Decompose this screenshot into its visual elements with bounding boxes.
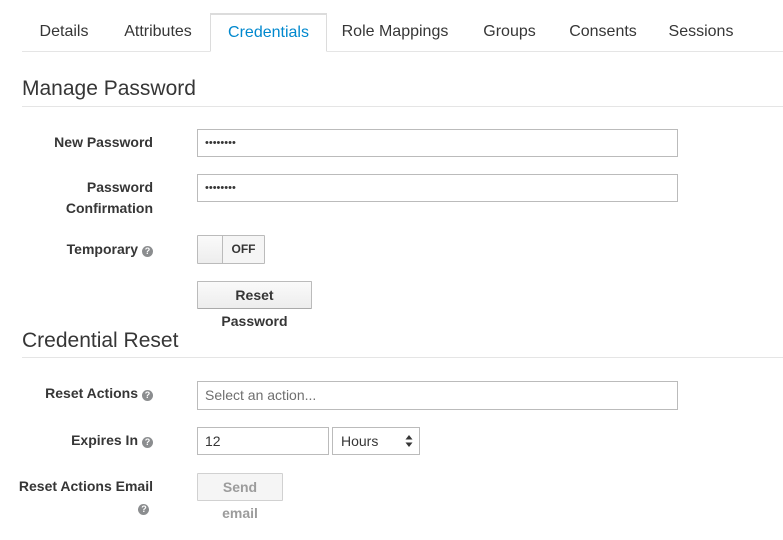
reset-password-button[interactable]: Reset Password (197, 281, 312, 329)
temporary-label: Temporary (66, 241, 138, 257)
reset-actions-email-label-group: Reset Actions Email ? (19, 476, 153, 518)
help-icon[interactable]: ? (142, 390, 153, 401)
toggle-handle[interactable] (198, 236, 223, 263)
tab-attributes[interactable]: Attributes (108, 13, 208, 51)
reset-actions-label: Reset Actions (45, 385, 138, 401)
reset-actions-select[interactable]: Select an action... (197, 381, 678, 410)
help-icon-row: ? (19, 497, 153, 518)
toggle-state-label: OFF (231, 242, 256, 256)
tab-role-mappings[interactable]: Role Mappings (329, 13, 461, 51)
temporary-toggle[interactable]: OFF (197, 235, 265, 264)
password-confirmation-label: Password Confirmation (66, 177, 153, 219)
expires-in-field[interactable] (197, 427, 329, 455)
password-confirmation-field[interactable] (197, 174, 678, 202)
send-email-button: Send email (197, 473, 283, 521)
credential-reset-heading: Credential Reset (22, 329, 179, 352)
reset-actions-placeholder: Select an action... (205, 387, 317, 403)
password-confirmation-label-line1: Password (86, 179, 153, 195)
tab-details[interactable]: Details (22, 13, 106, 51)
help-icon[interactable]: ? (138, 504, 150, 515)
expires-in-label-group: Expires In? (71, 430, 153, 451)
manage-password-heading: Manage Password (22, 77, 196, 100)
new-password-label: New Password (54, 134, 153, 150)
reset-actions-email-label: Reset Actions Email (18, 478, 153, 494)
expires-unit-value: Hours (341, 433, 379, 449)
help-icon[interactable]: ? (142, 246, 153, 257)
tab-sessions[interactable]: Sessions (652, 13, 750, 51)
tab-consents[interactable]: Consents (558, 13, 648, 51)
new-password-field[interactable] (197, 129, 678, 157)
section-divider (22, 106, 783, 107)
expires-unit-select[interactable]: Hours (332, 427, 420, 455)
tab-bar: Details Attributes Credentials Role Mapp… (22, 13, 783, 52)
tab-credentials[interactable]: Credentials (210, 13, 327, 52)
tab-groups[interactable]: Groups (463, 13, 556, 51)
reset-actions-label-group: Reset Actions? (45, 383, 153, 404)
select-arrows-icon (405, 435, 413, 447)
password-confirmation-label-line2: Confirmation (65, 200, 153, 216)
expires-in-label: Expires In (71, 432, 138, 448)
section-divider (22, 357, 783, 358)
temporary-label-group: Temporary? (67, 239, 153, 260)
help-icon[interactable]: ? (142, 437, 153, 448)
